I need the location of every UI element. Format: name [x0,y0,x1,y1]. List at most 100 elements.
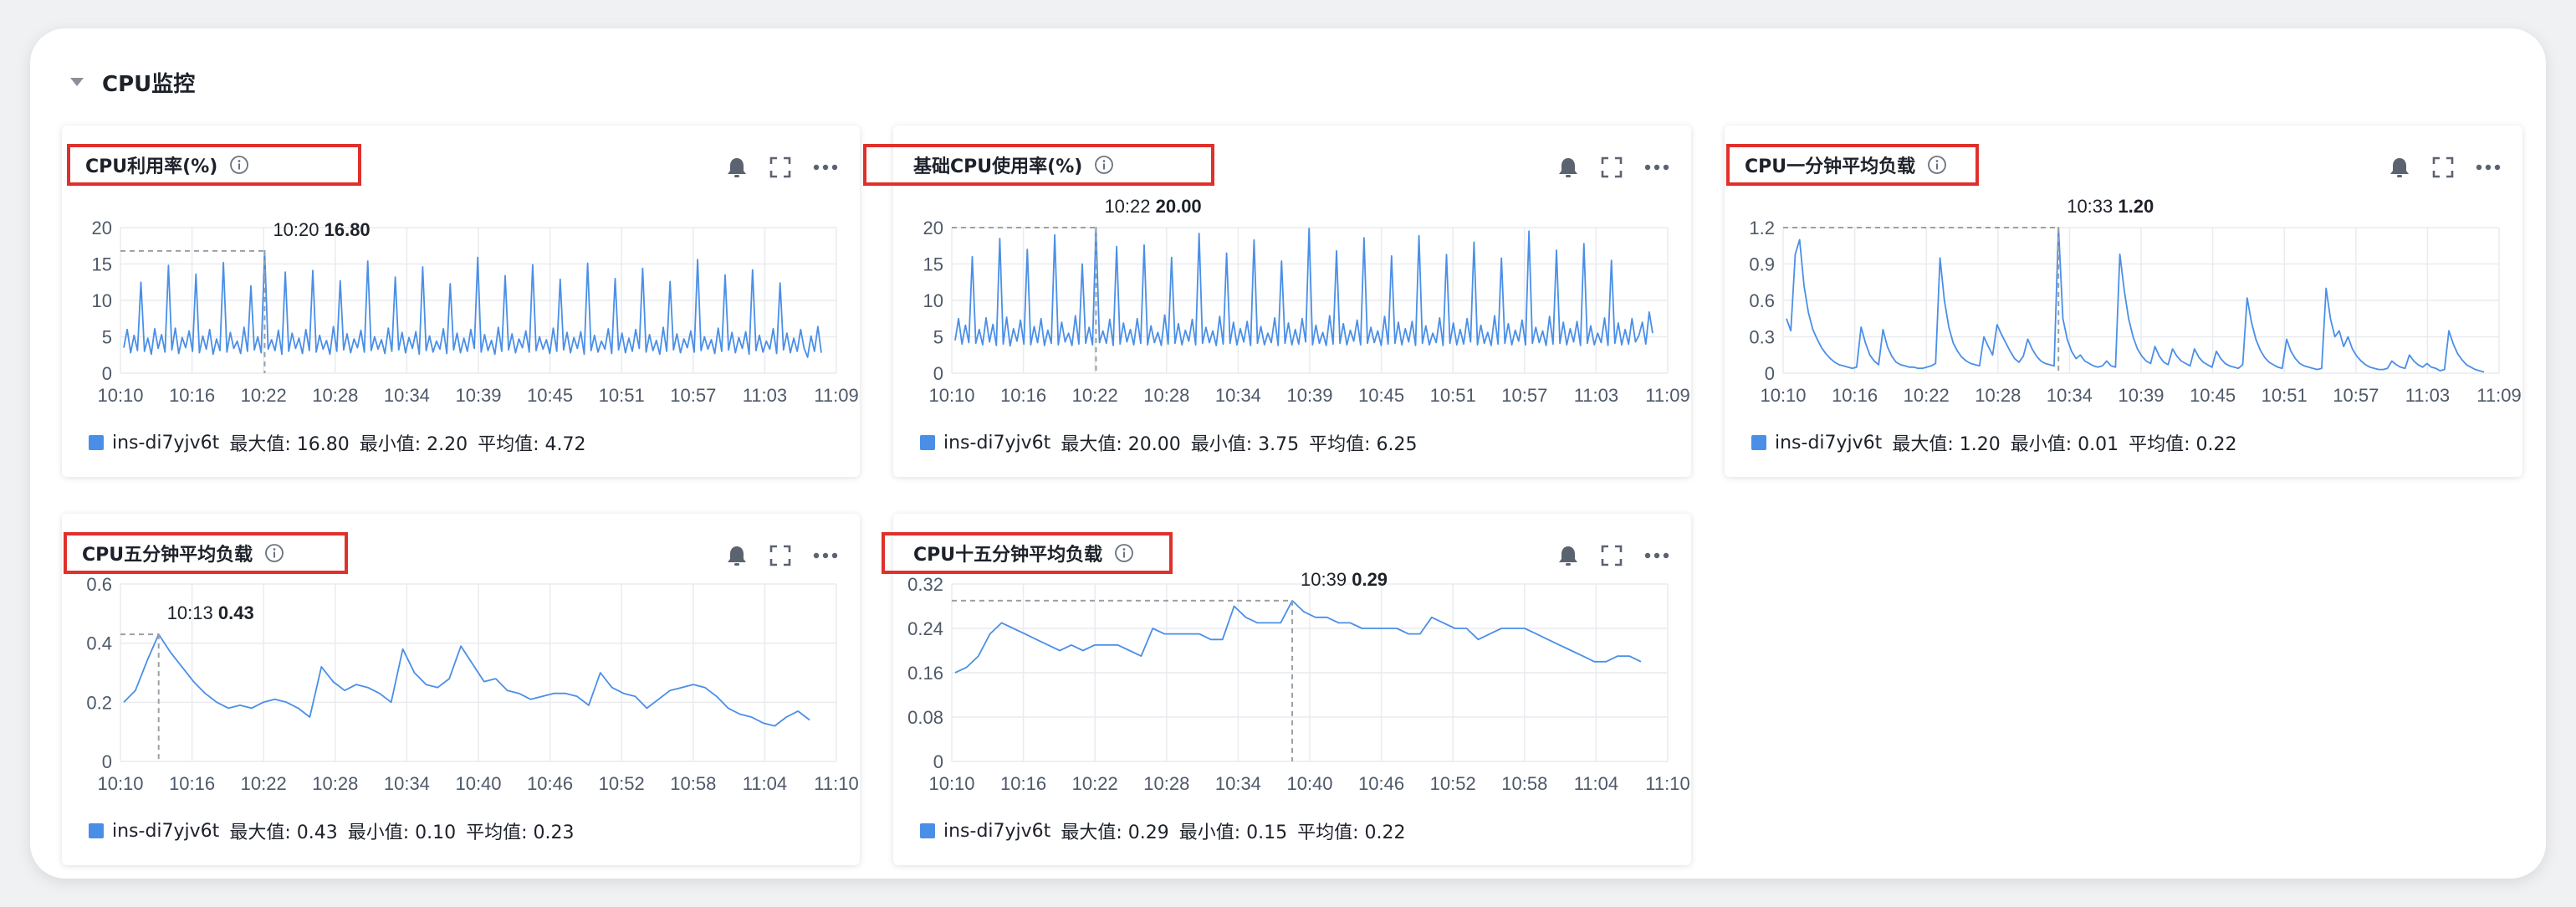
x-tick-label: 10:28 [1143,773,1189,794]
series-line[interactable] [123,249,822,358]
x-tick-label: 10:28 [1975,385,2021,406]
line-chart[interactable]: 0 5 10 15 20 10:10 10:16 10:22 10:28 10:34 10:39 10… [62,126,860,410]
caret-down-icon[interactable] [70,78,84,86]
chart-card: CPU十五分钟平均负载 ins-di7yjv6t 最大值: 0.29 最小值: 0.1… [882,514,1691,865]
x-tick-label: 10:10 [1760,385,1806,406]
line-chart[interactable]: 0 5 10 15 20 10:10 10:16 10:22 10:28 10:34 10:39 10… [893,126,1691,410]
x-tick-label: 10:22 [241,773,287,794]
line-chart[interactable]: 0 0.3 0.6 0.9 1.2 10:10 10:16 10:22 10:28 10:34 10… [1725,126,2522,410]
y-tick-label: 5 [933,327,943,348]
chart-legend[interactable]: ins-di7yjv6t 最大值: 0.43 最小值: 0.10 平均值: 0.23 [89,818,575,843]
legend-max-label: 最大值: 20.00 [1061,434,1181,455]
x-tick-label: 10:16 [1000,773,1046,794]
tooltip-label: 10:39 0.29 [1301,569,1388,590]
x-tick-label: 10:46 [1358,773,1404,794]
legend-series-name: ins-di7yjv6t [1775,432,1883,454]
y-tick-label: 0 [102,363,112,384]
y-tick-label: 20 [923,218,943,238]
y-tick-label: 5 [102,327,112,348]
y-tick-label: 0 [1765,363,1775,384]
chart-legend[interactable]: ins-di7yjv6t 最大值: 20.00 最小值: 3.75 平均值: 6.25 [920,430,1418,455]
y-tick-label: 1.2 [1749,218,1775,238]
section-title: CPU监控 [102,71,196,97]
y-tick-label: 15 [92,254,112,275]
legend-max-label: 最大值: 1.20 [1892,434,2001,455]
tooltip-label: 10:33 1.20 [2067,196,2154,217]
section-header[interactable]: CPU监控 [70,65,195,99]
x-tick-label: 10:28 [312,385,358,406]
x-tick-label: 10:45 [527,385,573,406]
x-tick-label: 11:09 [814,385,858,406]
chart-card: CPU五分钟平均负载 ins-di7yjv6t 最大值: 0.43 最小值: 0.10… [62,514,860,865]
x-tick-label: 11:10 [814,773,858,794]
y-tick-label: 10 [92,290,112,311]
y-tick-label: 15 [923,254,943,275]
legend-swatch [89,823,104,838]
legend-avg-label: 平均值: 0.23 [466,822,575,843]
x-tick-label: 10:57 [1501,385,1547,406]
x-tick-label: 10:22 [1072,773,1118,794]
x-tick-label: 11:03 [743,385,787,406]
chart-legend[interactable]: ins-di7yjv6t 最大值: 1.20 最小值: 0.01 平均值: 0.22 [1751,430,2237,455]
series-line[interactable] [123,633,810,727]
y-tick-label: 0 [933,751,943,772]
y-tick-label: 0.24 [907,618,943,639]
x-tick-label: 10:57 [2333,385,2379,406]
x-tick-label: 10:16 [169,385,215,406]
chart-legend[interactable]: ins-di7yjv6t 最大值: 0.29 最小值: 0.15 平均值: 0.22 [920,818,1406,843]
line-chart[interactable]: 0 0.08 0.16 0.24 0.32 10:10 10:16 10:22 10:28 10:… [893,514,1691,798]
legend-max-label: 最大值: 16.80 [229,434,350,455]
x-tick-label: 10:34 [1215,773,1261,794]
x-tick-label: 10:28 [312,773,358,794]
legend-avg-label: 平均值: 4.72 [478,434,586,455]
y-tick-label: 0.3 [1749,327,1775,348]
x-tick-label: 10:51 [2262,385,2308,406]
y-tick-label: 20 [92,218,112,238]
y-tick-label: 0.6 [86,574,112,595]
legend-series-name: ins-di7yjv6t [112,432,220,454]
x-tick-label: 10:40 [1286,773,1332,794]
y-tick-label: 0.4 [86,633,112,654]
y-tick-label: 0.2 [86,692,112,713]
legend-avg-label: 平均值: 6.25 [1309,434,1418,455]
x-tick-label: 10:39 [455,385,501,406]
chart-card: CPU利用率(%) ins-di7yjv6t 最大值: 16.80 最小值: 2.20… [62,126,860,477]
y-tick-label: 0.9 [1749,254,1775,275]
legend-min-label: 最小值: 0.10 [347,822,457,843]
tooltip-label: 10:20 16.80 [273,219,370,240]
legend-series-name: ins-di7yjv6t [943,820,1051,842]
legend-avg-label: 平均值: 0.22 [2129,434,2237,455]
y-tick-label: 0 [102,751,112,772]
legend-min-label: 最小值: 0.15 [1178,822,1288,843]
x-tick-label: 10:39 [2118,385,2164,406]
x-tick-label: 10:10 [97,773,143,794]
legend-swatch [920,823,935,838]
series-line[interactable] [954,227,1653,347]
y-tick-label: 0.16 [907,663,943,684]
y-tick-label: 0.6 [1749,290,1775,311]
legend-max-label: 最大值: 0.29 [1061,822,1169,843]
legend-avg-label: 平均值: 0.22 [1297,822,1406,843]
x-tick-label: 10:34 [384,773,430,794]
legend-min-label: 最小值: 2.20 [359,434,468,455]
x-tick-label: 10:39 [1286,385,1332,406]
x-tick-label: 10:45 [1358,385,1404,406]
x-tick-label: 11:10 [1645,773,1689,794]
legend-max-label: 最大值: 0.43 [229,822,338,843]
x-tick-label: 10:10 [97,385,143,406]
legend-swatch [89,435,104,450]
x-tick-label: 10:52 [599,773,645,794]
y-tick-label: 0.08 [907,707,943,728]
series-line[interactable] [954,600,1642,674]
line-chart[interactable]: 0 0.2 0.4 0.6 10:10 10:16 10:22 10:28 10:34 10:40… [62,514,860,798]
y-tick-label: 10 [923,290,943,311]
y-tick-label: 0 [933,363,943,384]
x-tick-label: 11:09 [2476,385,2521,406]
tooltip-label: 10:13 0.43 [167,602,254,623]
x-tick-label: 10:58 [670,773,716,794]
legend-min-label: 最小值: 3.75 [1190,434,1300,455]
legend-min-label: 最小值: 0.01 [2010,434,2119,455]
legend-series-name: ins-di7yjv6t [943,432,1051,454]
legend-swatch [1751,435,1766,450]
chart-legend[interactable]: ins-di7yjv6t 最大值: 16.80 最小值: 2.20 平均值: 4.72 [89,430,586,455]
